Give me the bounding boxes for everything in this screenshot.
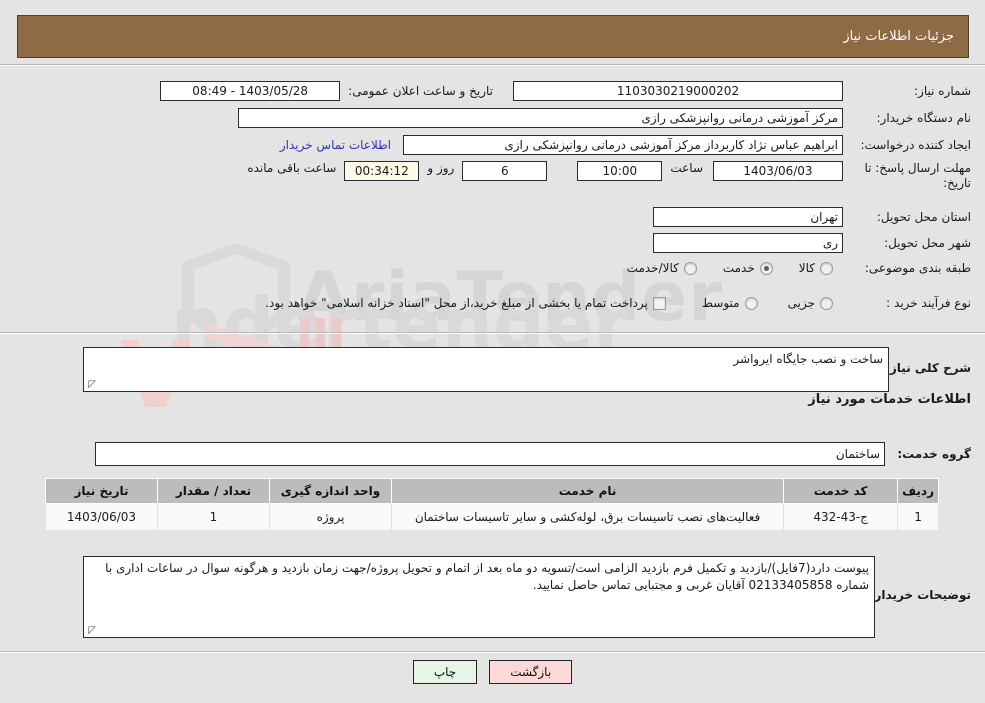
- delivery-province-field[interactable]: تهران: [653, 207, 843, 227]
- buyer-contact-link[interactable]: اطلاعات تماس خریدار: [280, 138, 391, 152]
- category-option-kala-khedmat-label: کالا/خدمت: [626, 261, 679, 275]
- table-header-row: ردیف کد خدمت نام خدمت واحد اندازه گیری ت…: [45, 478, 939, 504]
- cell-quantity: 1: [157, 503, 270, 531]
- cell-name: فعالیت‌های نصب تاسیسات برق، لوله‌کشی و س…: [390, 503, 785, 531]
- radio-kala-khedmat-icon[interactable]: [683, 261, 697, 275]
- row-request-creator: ایجاد کننده درخواست: ابراهیم عباس نژاد ک…: [280, 135, 971, 155]
- col-need-date: تاریخ نیاز: [45, 478, 158, 504]
- deadline-label: مهلت ارسال پاسخ: تا تاریخ:: [851, 161, 971, 191]
- print-button[interactable]: چاپ: [412, 660, 478, 684]
- radio-jozi-icon[interactable]: [820, 296, 833, 310]
- service-group-label: گروه خدمت:: [897, 447, 971, 461]
- row-need-number: شماره نیاز: 1103030219000202 تاریخ و ساع…: [160, 81, 971, 101]
- category-option-kala-khedmat[interactable]: کالا/خدمت: [627, 261, 697, 275]
- description-value: ساخت و نصب جایگاه ایرواشر: [733, 352, 883, 366]
- divider-top: [0, 64, 985, 66]
- cell-need-date: 1403/06/03: [45, 503, 158, 531]
- deadline-label-line2: تاریخ:: [943, 176, 971, 190]
- col-unit: واحد اندازه گیری: [269, 478, 392, 504]
- page-root: AriaTender ndertender V جزئیات اطلاعات ن…: [0, 0, 985, 703]
- buyer-org-label: نام دستگاه خریدار:: [876, 111, 972, 125]
- announce-datetime-field[interactable]: 1403/05/28 - 08:49: [160, 81, 341, 101]
- buyer-notes-label: توضیحات خریدار:: [869, 588, 971, 602]
- row-purchase-type: نوع فرآیند خرید : جزیی متوسط پرداخت تمام…: [265, 296, 971, 310]
- footer-button-bar: بازگشت چاپ: [0, 660, 985, 684]
- back-button[interactable]: بازگشت: [489, 660, 573, 684]
- purchase-type-option-motavaset-label: متوسط: [701, 296, 740, 310]
- deadline-remaining-label: ساعت باقی مانده: [247, 161, 337, 175]
- row-service-group: گروه خدمت: ساختمان: [95, 442, 971, 466]
- row-deadline: مهلت ارسال پاسخ: تا تاریخ: 1403/06/03 سا…: [247, 161, 971, 191]
- resize-grip-icon[interactable]: ◸: [86, 380, 96, 390]
- deadline-time-field[interactable]: 10:00: [577, 161, 663, 181]
- services-heading: اطلاعات خدمات مورد نیاز: [808, 392, 971, 407]
- radio-khedmat-icon[interactable]: [759, 261, 773, 275]
- cell-code: ج-43-432: [783, 503, 899, 531]
- buyer-org-field[interactable]: مرکز آموزشی درمانی روانپزشکی رازی: [238, 108, 843, 128]
- delivery-province-label: استان محل تحویل:: [876, 210, 971, 224]
- cell-unit: پروژه: [269, 503, 392, 531]
- col-code: کد خدمت: [783, 478, 899, 504]
- page-title: جزئیات اطلاعات نیاز: [843, 29, 954, 44]
- col-index: ردیف: [897, 478, 939, 504]
- treasury-note-option[interactable]: پرداخت تمام یا بخشی از مبلغ خرید،از محل …: [265, 296, 666, 310]
- buyer-notes-value: پیوست دارد(7فایل)/بازدید و تکمیل فرم باز…: [105, 561, 869, 592]
- announce-datetime-label: تاریخ و ساعت اعلان عمومی:: [348, 84, 493, 98]
- need-number-field[interactable]: 1103030219000202: [513, 81, 843, 101]
- deadline-countdown-field: 00:34:12: [344, 161, 420, 181]
- services-table-body: 1 ج-43-432 فعالیت‌های نصب تاسیسات برق، ل…: [45, 503, 939, 531]
- category-option-kala-label: کالا: [798, 261, 815, 275]
- checkbox-treasury-icon[interactable]: [652, 296, 666, 310]
- services-table-head: ردیف کد خدمت نام خدمت واحد اندازه گیری ت…: [45, 478, 939, 504]
- description-textarea[interactable]: ساخت و نصب جایگاه ایرواشر ◸: [83, 347, 889, 392]
- delivery-city-field[interactable]: ری: [653, 233, 843, 253]
- row-category: طبقه بندی موضوعی: کالا خدمت کالا/خدمت: [627, 261, 971, 275]
- radio-kala-icon[interactable]: [820, 261, 833, 275]
- cell-index: 1: [897, 503, 939, 531]
- radio-motavaset-icon[interactable]: [744, 296, 758, 310]
- treasury-note-label: پرداخت تمام یا بخشی از مبلغ خرید،از محل …: [265, 296, 648, 310]
- col-name: نام خدمت: [390, 478, 785, 504]
- deadline-time-label: ساعت: [670, 161, 703, 175]
- purchase-type-option-jozi[interactable]: جزیی: [788, 296, 833, 310]
- purchase-type-option-jozi-label: جزیی: [787, 296, 815, 310]
- request-creator-field[interactable]: ابراهیم عباس نژاد کاربرداز مرکز آموزشی د…: [403, 135, 843, 155]
- service-group-field[interactable]: ساختمان: [95, 442, 885, 466]
- page-header: جزئیات اطلاعات نیاز: [17, 15, 969, 58]
- category-option-khedmat[interactable]: خدمت: [723, 261, 773, 275]
- buyer-notes-textarea[interactable]: پیوست دارد(7فایل)/بازدید و تکمیل فرم باز…: [83, 556, 875, 638]
- deadline-days-label: روز و: [427, 161, 455, 175]
- category-option-khedmat-label: خدمت: [722, 261, 755, 275]
- description-label: شرح کلی نیاز:: [885, 361, 971, 375]
- category-option-kala[interactable]: کالا: [799, 261, 833, 275]
- buyer-notes-label-wrap: توضیحات خریدار:: [870, 588, 971, 602]
- table-row[interactable]: 1 ج-43-432 فعالیت‌های نصب تاسیسات برق، ل…: [45, 503, 939, 531]
- deadline-days-field[interactable]: 6: [462, 161, 548, 181]
- deadline-label-line1: مهلت ارسال پاسخ: تا: [864, 161, 971, 175]
- services-heading-wrap: اطلاعات خدمات مورد نیاز: [808, 392, 971, 407]
- row-delivery-province: استان محل تحویل: تهران: [653, 207, 971, 227]
- row-buyer-org: نام دستگاه خریدار: مرکز آموزشی درمانی رو…: [238, 108, 971, 128]
- resize-grip-icon-notes[interactable]: ◸: [86, 626, 96, 636]
- delivery-city-label: شهر محل تحویل:: [884, 236, 971, 250]
- description-label-wrap: شرح کلی نیاز:: [885, 361, 971, 375]
- services-table: ردیف کد خدمت نام خدمت واحد اندازه گیری ت…: [45, 478, 939, 531]
- deadline-date-field[interactable]: 1403/06/03: [713, 161, 843, 181]
- purchase-type-option-motavaset[interactable]: متوسط: [702, 296, 758, 310]
- row-delivery-city: شهر محل تحویل: ری: [653, 233, 971, 253]
- need-number-label: شماره نیاز:: [914, 84, 971, 98]
- request-creator-label: ایجاد کننده درخواست:: [860, 138, 971, 152]
- divider-bottom: [0, 651, 985, 653]
- purchase-type-label: نوع فرآیند خرید :: [886, 296, 971, 310]
- divider-middle: [0, 332, 985, 334]
- col-quantity: تعداد / مقدار: [157, 478, 270, 504]
- category-label: طبقه بندی موضوعی:: [864, 261, 971, 275]
